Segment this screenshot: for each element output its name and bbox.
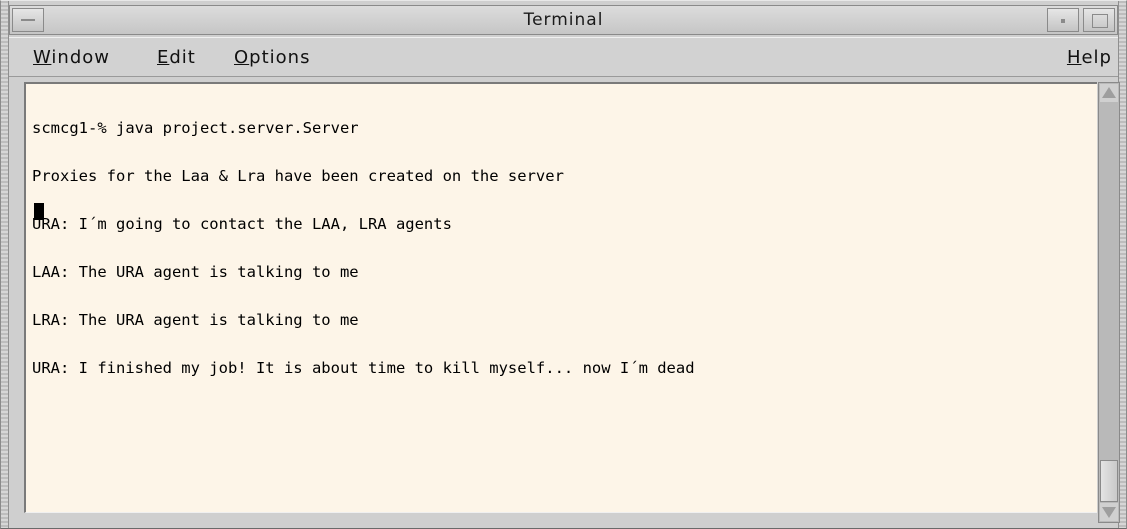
terminal-window: Terminal Window Edit Options Help scmcg1…: [0, 0, 1127, 529]
terminal-line: URA: I finished my job! It is about time…: [32, 359, 695, 377]
terminal-line: URA: I´m going to contact the LAA, LRA a…: [32, 215, 452, 233]
title-bar[interactable]: Terminal: [9, 5, 1118, 35]
terminal-output[interactable]: scmcg1-% java project.server.Server Prox…: [24, 82, 1097, 513]
text-cursor: [34, 203, 44, 220]
terminal-line: Proxies for the Laa & Lra have been crea…: [32, 167, 564, 185]
scrollbar-thumb[interactable]: [1100, 460, 1118, 502]
vertical-scrollbar[interactable]: [1098, 82, 1120, 523]
menu-edit[interactable]: Edit: [157, 47, 196, 68]
terminal-lines: scmcg1-% java project.server.Server Prox…: [32, 88, 695, 408]
maximize-icon[interactable]: [1083, 8, 1115, 32]
terminal-line: scmcg1-% java project.server.Server: [32, 119, 359, 137]
arrow-down-icon[interactable]: [1100, 503, 1118, 521]
menu-help[interactable]: Help: [1067, 47, 1112, 68]
window-title: Terminal: [523, 10, 604, 30]
menu-window[interactable]: Window: [33, 47, 110, 68]
minimize-icon[interactable]: [1047, 8, 1079, 32]
arrow-up-icon[interactable]: [1100, 84, 1118, 102]
menu-options[interactable]: Options: [234, 47, 310, 68]
terminal-line: LAA: The URA agent is talking to me: [32, 263, 359, 281]
window-frame-left[interactable]: [1, 1, 9, 528]
menu-bar: Window Edit Options Help: [9, 37, 1118, 77]
terminal-line: LRA: The URA agent is talking to me: [32, 311, 359, 329]
